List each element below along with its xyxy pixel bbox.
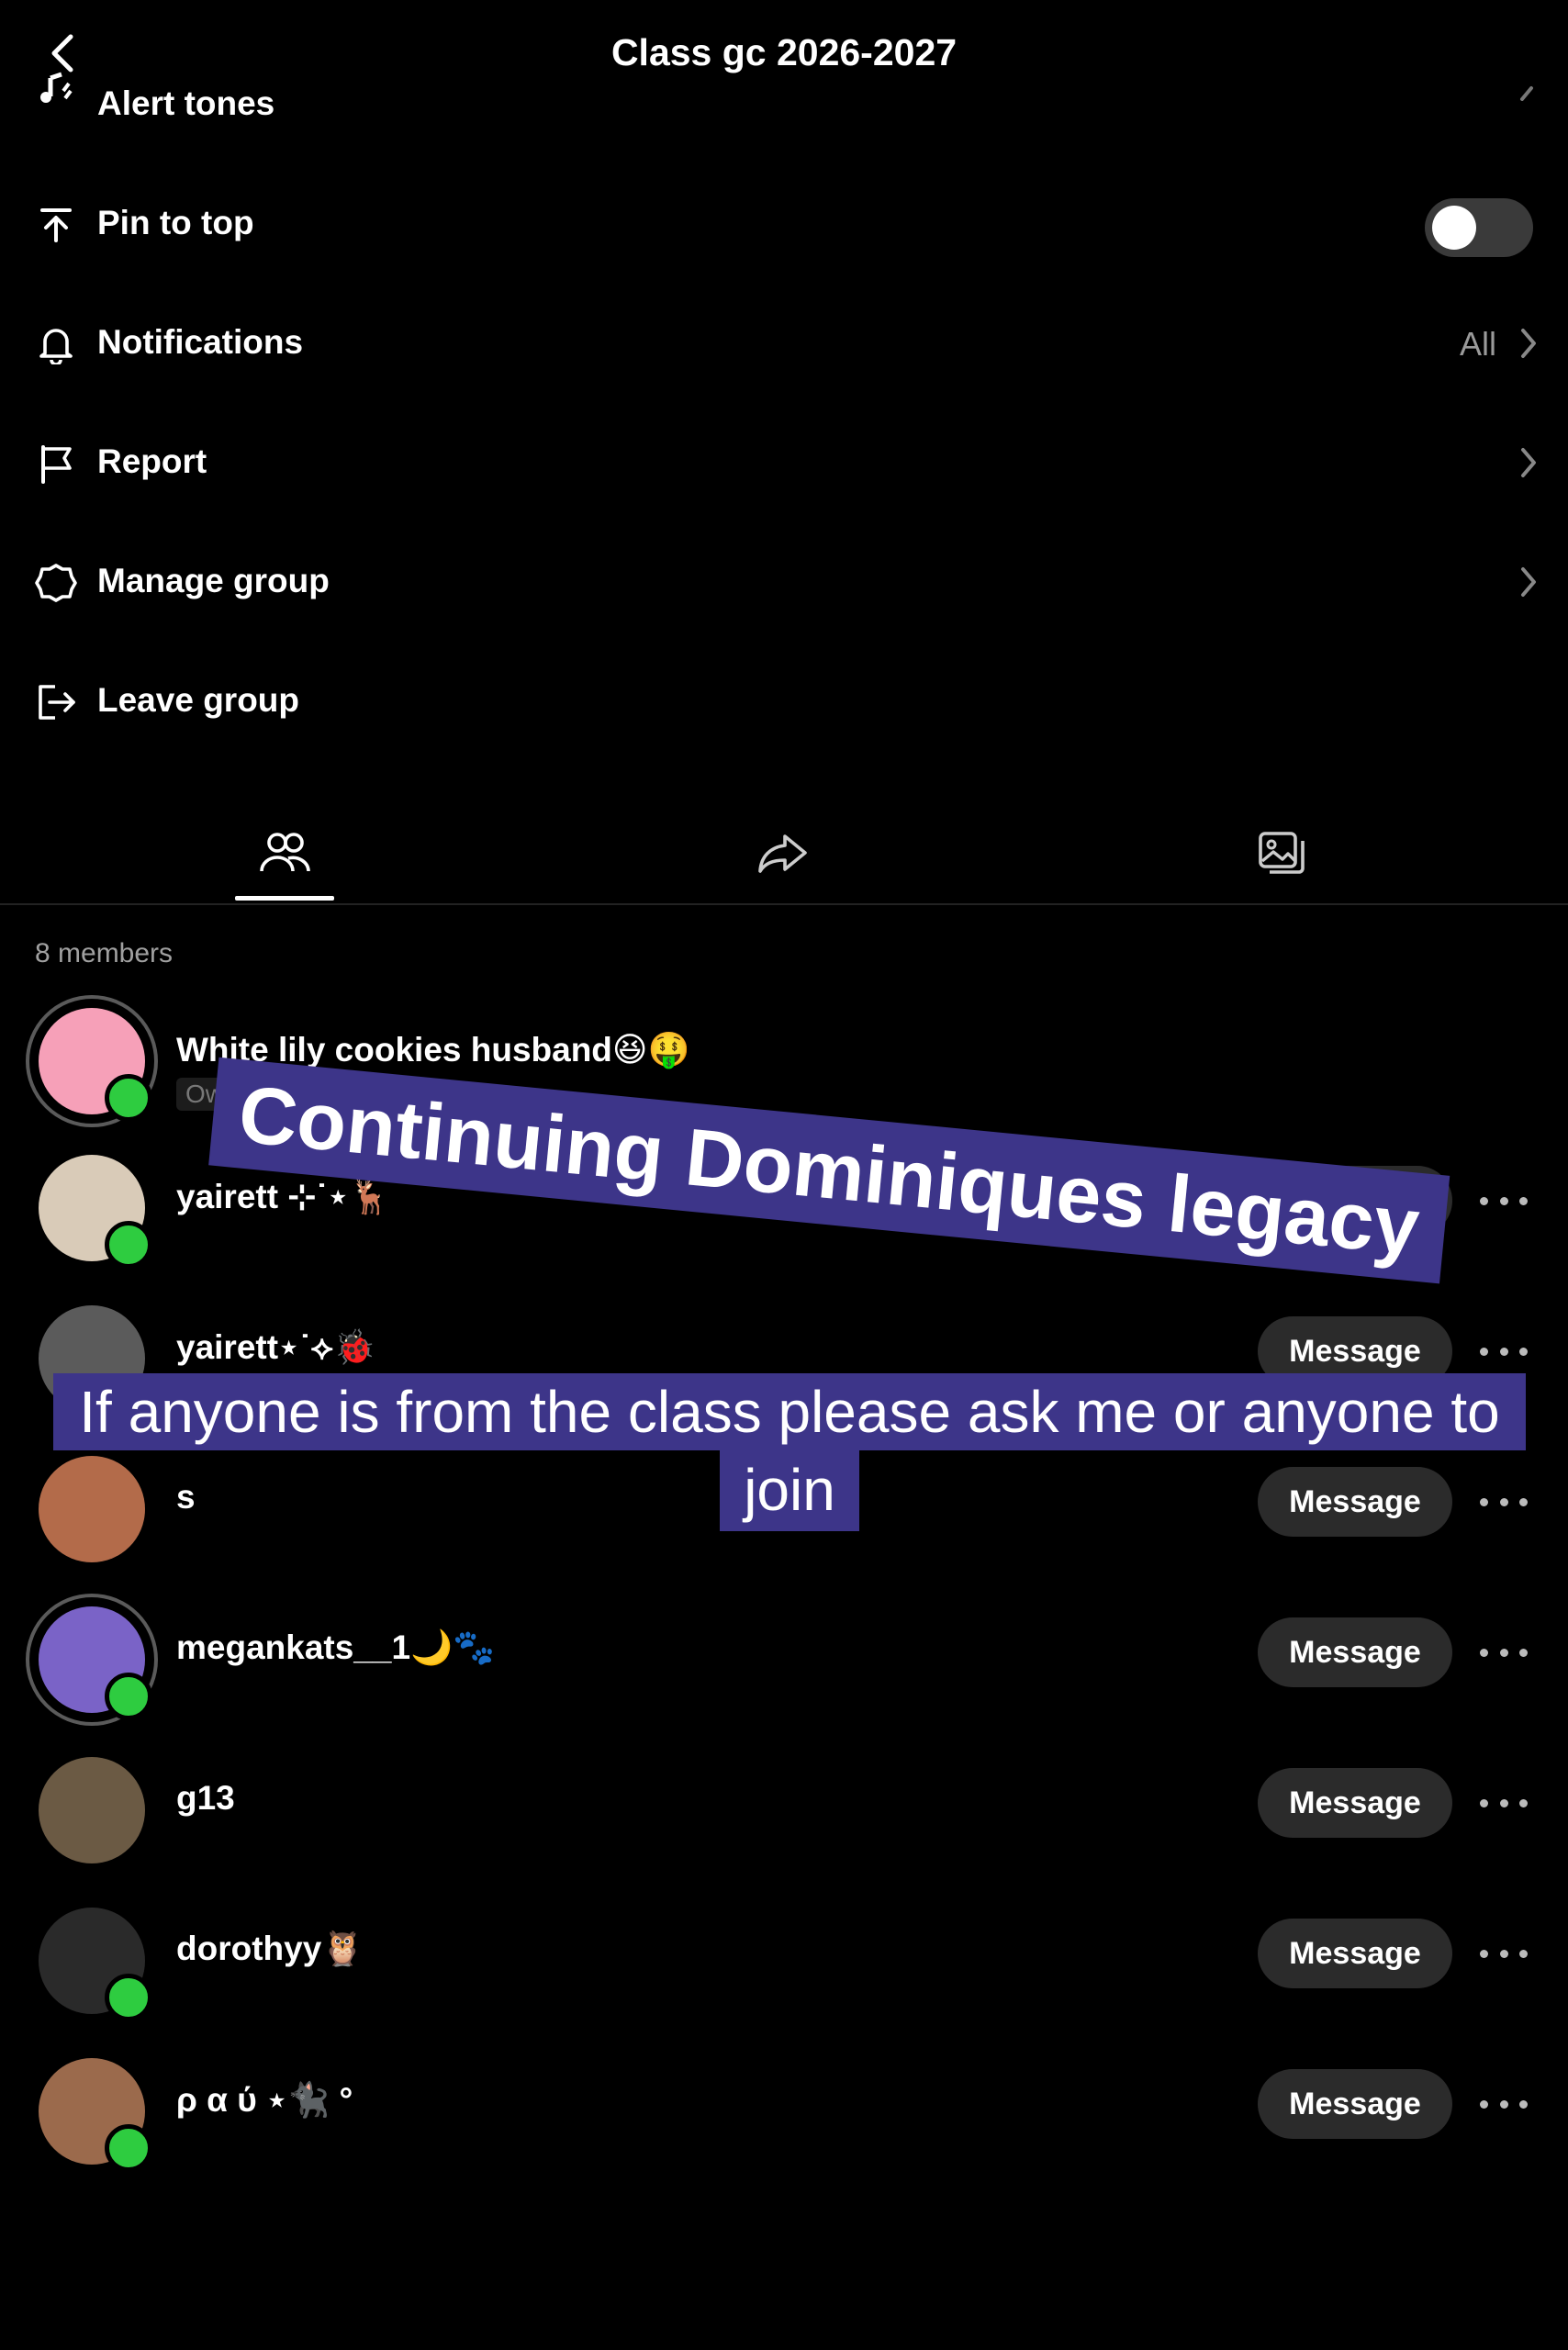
- dot: [1480, 1798, 1488, 1807]
- menu-label: Pin to top: [97, 204, 254, 241]
- dot: [1519, 1798, 1528, 1807]
- dot: [1499, 1347, 1508, 1356]
- pin-toggle[interactable]: [1425, 198, 1533, 257]
- toggle-knob: [1432, 206, 1476, 250]
- online-indicator: [105, 1074, 152, 1122]
- more-options-icon[interactable]: [1480, 2087, 1528, 2121]
- more-options-icon[interactable]: [1480, 1636, 1528, 1669]
- media-icon: [1259, 832, 1305, 874]
- flag-icon: [33, 441, 79, 487]
- member-name: g13: [176, 1779, 235, 1817]
- dot: [1480, 1196, 1488, 1205]
- member-row[interactable]: megankats__1🌙🐾 Message: [0, 1583, 1568, 1726]
- member-name: ρ α ύ ⋆🐈‍⬛ °: [176, 2081, 353, 2119]
- dot: [1480, 1949, 1488, 1958]
- more-options-icon[interactable]: [1480, 1184, 1528, 1217]
- avatar[interactable]: [26, 2045, 158, 2177]
- message-button[interactable]: Message: [1258, 2069, 1452, 2139]
- menu-alert-tones[interactable]: Alert tones: [0, 62, 1568, 122]
- chevron-right-icon: [1521, 329, 1536, 358]
- menu-label: Leave group: [97, 681, 299, 719]
- dot: [1499, 1949, 1508, 1958]
- avatar-image: [39, 1757, 145, 1863]
- dot: [1519, 1196, 1528, 1205]
- member-name: yairett ⊹˙⋆🦌: [176, 1178, 391, 1215]
- dot: [1519, 1648, 1528, 1657]
- caption-overlay-2: If anyone is from the class please ask m…: [31, 1373, 1548, 1531]
- avatar[interactable]: [26, 995, 158, 1127]
- dot: [1519, 1347, 1528, 1356]
- avatar[interactable]: [26, 1594, 158, 1726]
- bell-icon: [33, 321, 79, 367]
- avatar[interactable]: [26, 1142, 158, 1274]
- member-row[interactable]: dorothyy🦉 Message: [0, 1884, 1568, 2021]
- menu-label: Report: [97, 442, 207, 480]
- notifications-value: All: [1459, 325, 1496, 363]
- dot: [1499, 1798, 1508, 1807]
- dot: [1480, 2099, 1488, 2109]
- chevron-right-icon: [1520, 86, 1533, 101]
- pin-top-icon: [33, 202, 79, 248]
- share-icon: [758, 834, 807, 873]
- avatar[interactable]: [26, 1744, 158, 1876]
- menu-notifications[interactable]: Notifications All: [0, 301, 1568, 384]
- menu-leave-group[interactable]: Leave group: [0, 659, 1568, 742]
- tab-members[interactable]: [243, 817, 326, 890]
- menu-label: Manage group: [97, 562, 330, 599]
- dot: [1499, 1648, 1508, 1657]
- online-indicator: [105, 1221, 152, 1269]
- dot: [1480, 1347, 1488, 1356]
- tab-media[interactable]: [1241, 817, 1324, 890]
- tab-share[interactable]: [742, 817, 824, 890]
- message-button[interactable]: Message: [1258, 1919, 1452, 1988]
- more-options-icon[interactable]: [1480, 1937, 1528, 1970]
- music-note-icon: [33, 66, 79, 112]
- dot: [1519, 2099, 1528, 2109]
- dot: [1480, 1648, 1488, 1657]
- message-button[interactable]: Message: [1258, 1617, 1452, 1687]
- online-indicator: [105, 2124, 152, 2172]
- menu-label: Alert tones: [97, 84, 275, 122]
- member-name: megankats__1🌙🐾: [176, 1628, 496, 1666]
- caption-text-2-line2: join: [720, 1449, 859, 1531]
- dot: [1519, 1949, 1528, 1958]
- members-count: 8 members: [35, 938, 174, 968]
- member-row[interactable]: ρ α ύ ⋆🐈‍⬛ ° Message: [0, 2034, 1568, 2172]
- tab-bar: [0, 799, 1568, 905]
- online-indicator: [105, 1673, 152, 1720]
- chevron-right-icon: [1521, 448, 1536, 477]
- gear-icon: [33, 560, 79, 606]
- member-name: dorothyy🦉: [176, 1930, 364, 1967]
- avatar[interactable]: [26, 1895, 158, 2027]
- more-options-icon[interactable]: [1480, 1786, 1528, 1819]
- caption-text-2-line1: If anyone is from the class please ask m…: [53, 1373, 1526, 1450]
- menu-pin-to-top[interactable]: Pin to top: [0, 182, 1568, 264]
- menu-label: Notifications: [97, 323, 304, 361]
- members-icon: [260, 833, 310, 872]
- exit-icon: [33, 679, 79, 725]
- dot: [1499, 2099, 1508, 2109]
- menu-manage-group[interactable]: Manage group: [0, 540, 1568, 622]
- menu-report[interactable]: Report: [0, 420, 1568, 503]
- online-indicator: [105, 1974, 152, 2021]
- member-row[interactable]: g13 Message: [0, 1733, 1568, 1871]
- chevron-right-icon: [1521, 567, 1536, 597]
- message-button[interactable]: Message: [1258, 1768, 1452, 1838]
- member-name: yairett⋆˙⟡🐞: [176, 1328, 376, 1366]
- more-options-icon[interactable]: [1480, 1335, 1528, 1368]
- dot: [1499, 1196, 1508, 1205]
- tab-active-indicator: [235, 896, 334, 901]
